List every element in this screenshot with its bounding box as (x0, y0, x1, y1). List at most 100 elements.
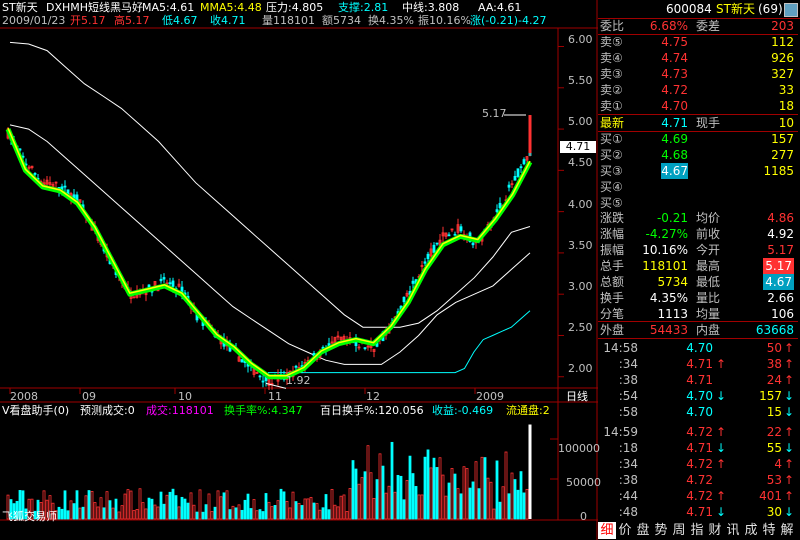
volume-bar (186, 502, 190, 520)
weibi-label: 委比 (600, 19, 625, 33)
volume-bar (510, 472, 514, 520)
volume-bar (465, 468, 469, 520)
buy-row[interactable]: 买⑤ (598, 195, 798, 211)
mma5-value: MMA5:4.48 (200, 1, 262, 14)
sell-row[interactable]: 卖② 4.72 33 (598, 82, 798, 98)
tab-6[interactable]: 财 (706, 522, 724, 539)
stat-value: 4.92 (767, 227, 794, 241)
tick-price: 4.70 (686, 405, 713, 419)
tick-side: ↓ (784, 505, 795, 519)
sell-label: 卖④ (600, 51, 623, 65)
tab-2[interactable]: 盘 (634, 522, 652, 539)
period-label[interactable]: 日线 (566, 391, 588, 403)
stat-label: 今开 (696, 243, 721, 257)
ma-yellow-line (7, 127, 531, 377)
volume-bar (243, 499, 247, 520)
volume-bar (123, 493, 127, 520)
pressure-line (9, 41, 531, 328)
volume-bar (447, 482, 451, 520)
turnover-rate: 换手率%:4.347 (224, 404, 303, 417)
buy-row[interactable]: 买② 4.68 277 (598, 147, 798, 163)
volume-bar (288, 507, 292, 520)
volume-bar (168, 491, 172, 520)
chart-grid (0, 0, 598, 540)
volume-bar (456, 488, 460, 520)
candle-body (459, 226, 463, 232)
volume-bar (117, 511, 121, 520)
volume-bar (474, 461, 478, 520)
volume-bar (525, 488, 529, 520)
tick-side: ↑ (784, 357, 795, 371)
candle-body (447, 234, 451, 237)
buy-row[interactable]: 买④ (598, 179, 798, 195)
volume-bar (174, 495, 178, 520)
candle-body (63, 185, 67, 188)
volume-bar (405, 480, 409, 520)
buy-label: 买③ (600, 164, 623, 178)
volume-bar (222, 492, 226, 520)
volume-bar (324, 494, 328, 520)
tick-row: :38 4.72 53 ↑ (598, 472, 798, 488)
volume-bar (159, 491, 163, 520)
volume-bar (333, 504, 337, 520)
high-annotation: 5.17 (482, 107, 507, 120)
volume-bar (483, 457, 487, 520)
date-label: 12 (366, 390, 380, 403)
tab-9[interactable]: 特 (760, 522, 778, 539)
tab-5[interactable]: 指 (688, 522, 706, 539)
price-tick: 6.00 (568, 33, 593, 46)
tick-time: :18 (618, 441, 638, 455)
indicator-name[interactable]: DXHMH短线黑马好 (46, 2, 143, 14)
stat-value: -0.21 (656, 211, 688, 225)
volume-bar (339, 495, 343, 520)
candle-body (471, 242, 475, 246)
stat-label: 均价 (696, 211, 721, 225)
stock-name: ST新天 (716, 2, 755, 16)
tick-side: ↑ (784, 425, 795, 439)
tab-3[interactable]: 势 (652, 522, 670, 539)
ma5-value: MA5:4.61 (142, 1, 195, 14)
tick-row: 14:59 4.72 ↑ 22 ↑ (598, 424, 798, 440)
volume-bar (486, 477, 490, 520)
sell-volume: 33 (778, 83, 794, 97)
volume-bar (249, 508, 253, 520)
volume-bar (171, 488, 175, 520)
inner-label: 内盘 (696, 323, 721, 337)
tab-0[interactable]: 细 (598, 522, 616, 539)
tick-time: 14:59 (603, 425, 638, 439)
volume-panel-title[interactable]: V看盘助手(0) (2, 405, 69, 417)
volume-bar (87, 490, 91, 520)
close-value: 收4.71 (210, 14, 246, 27)
tab-10[interactable]: 解 (778, 522, 796, 539)
volume-bar (432, 457, 436, 520)
sell-row[interactable]: 卖④ 4.74 926 (598, 50, 798, 66)
tab-1[interactable]: 价 (616, 522, 634, 539)
buy-volume: 157 (771, 132, 794, 146)
tick-row: 14:58 4.70 50 ↑ (598, 340, 798, 356)
candlesticks (6, 115, 532, 390)
tab-4[interactable]: 周 (670, 522, 688, 539)
buy-row[interactable]: 买① 4.69 157 (598, 131, 798, 147)
stat-value: -4.27% (645, 227, 688, 241)
candle-body (33, 172, 37, 175)
volume-bar (114, 498, 118, 520)
stat-label: 总额 (600, 275, 625, 289)
volume-bar (315, 503, 319, 520)
amount-value: 额5734 (322, 14, 361, 27)
volume-bar (81, 506, 85, 520)
sell-row[interactable]: 卖⑤ 4.75 112 (598, 34, 798, 50)
candle-body (516, 168, 520, 177)
aa-value: AA:4.61 (478, 1, 522, 14)
kline-chart[interactable] (0, 0, 598, 540)
stat-value: 2.66 (767, 291, 794, 305)
sell-row[interactable]: 卖① 4.70 18 (598, 98, 798, 114)
candle-body (453, 233, 457, 236)
settings-icon[interactable] (784, 3, 798, 17)
tab-8[interactable]: 成 (742, 522, 760, 539)
volume-bar (108, 500, 112, 520)
sell-row[interactable]: 卖③ 4.73 327 (598, 66, 798, 82)
tab-7[interactable]: 讯 (724, 522, 742, 539)
buy-row[interactable]: 买③ 4.67 1185 (598, 163, 798, 179)
volume-bar (462, 466, 466, 520)
volume-bar (417, 494, 421, 520)
